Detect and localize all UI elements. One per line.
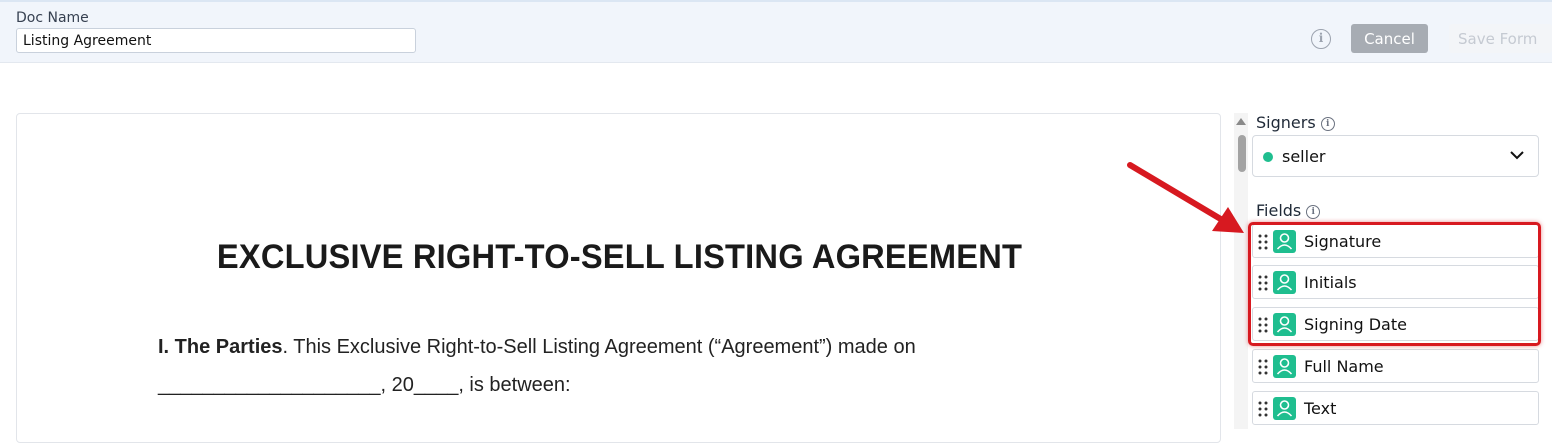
scroll-up-arrow-icon[interactable]: [1236, 118, 1246, 125]
document-paragraph-2: ____________________, 20____, is between…: [158, 374, 571, 396]
drag-handle-icon[interactable]: [1258, 359, 1268, 375]
user-icon: [1273, 355, 1296, 378]
cancel-button[interactable]: Cancel: [1351, 24, 1428, 53]
field-label: Full Name: [1304, 357, 1384, 376]
signers-label: Signers: [1256, 113, 1316, 132]
signer-select[interactable]: seller: [1252, 135, 1539, 177]
doc-name-input[interactable]: [16, 28, 416, 53]
fields-info-icon[interactable]: i: [1306, 204, 1321, 219]
signers-heading: Signers i: [1256, 113, 1335, 132]
parties-text: . This Exclusive Right-to-Sell Listing A…: [282, 336, 916, 358]
signer-color-dot: [1263, 152, 1273, 162]
document-page: EXCLUSIVE RIGHT-TO-SELL LISTING AGREEMEN…: [16, 113, 1221, 443]
doc-name-label: Doc Name: [16, 10, 89, 26]
field-label: Text: [1304, 399, 1337, 418]
save-form-button[interactable]: Save Form: [1449, 24, 1552, 53]
document-title: EXCLUSIVE RIGHT-TO-SELL LISTING AGREEMEN…: [216, 238, 1023, 276]
parties-heading: I. The Parties: [158, 336, 283, 358]
chevron-down-icon: [1510, 151, 1524, 160]
annotation-arrow-icon: [1127, 162, 1244, 233]
top-bar: Doc Name i Cancel Save Form: [0, 0, 1552, 63]
signers-info-icon[interactable]: i: [1320, 116, 1335, 131]
info-icon[interactable]: i: [1311, 29, 1331, 49]
document-paragraph-1: I. The Parties. This Exclusive Right-to-…: [158, 336, 916, 359]
field-item-text[interactable]: Text: [1252, 391, 1539, 425]
fields-heading: Fields i: [1256, 201, 1321, 220]
drag-handle-icon[interactable]: [1258, 401, 1268, 417]
field-item-full-name[interactable]: Full Name: [1252, 349, 1539, 383]
annotation-highlight-box: [1248, 222, 1541, 346]
signer-selected-value: seller: [1282, 147, 1326, 166]
user-icon: [1273, 397, 1296, 420]
fields-label: Fields: [1256, 201, 1302, 220]
